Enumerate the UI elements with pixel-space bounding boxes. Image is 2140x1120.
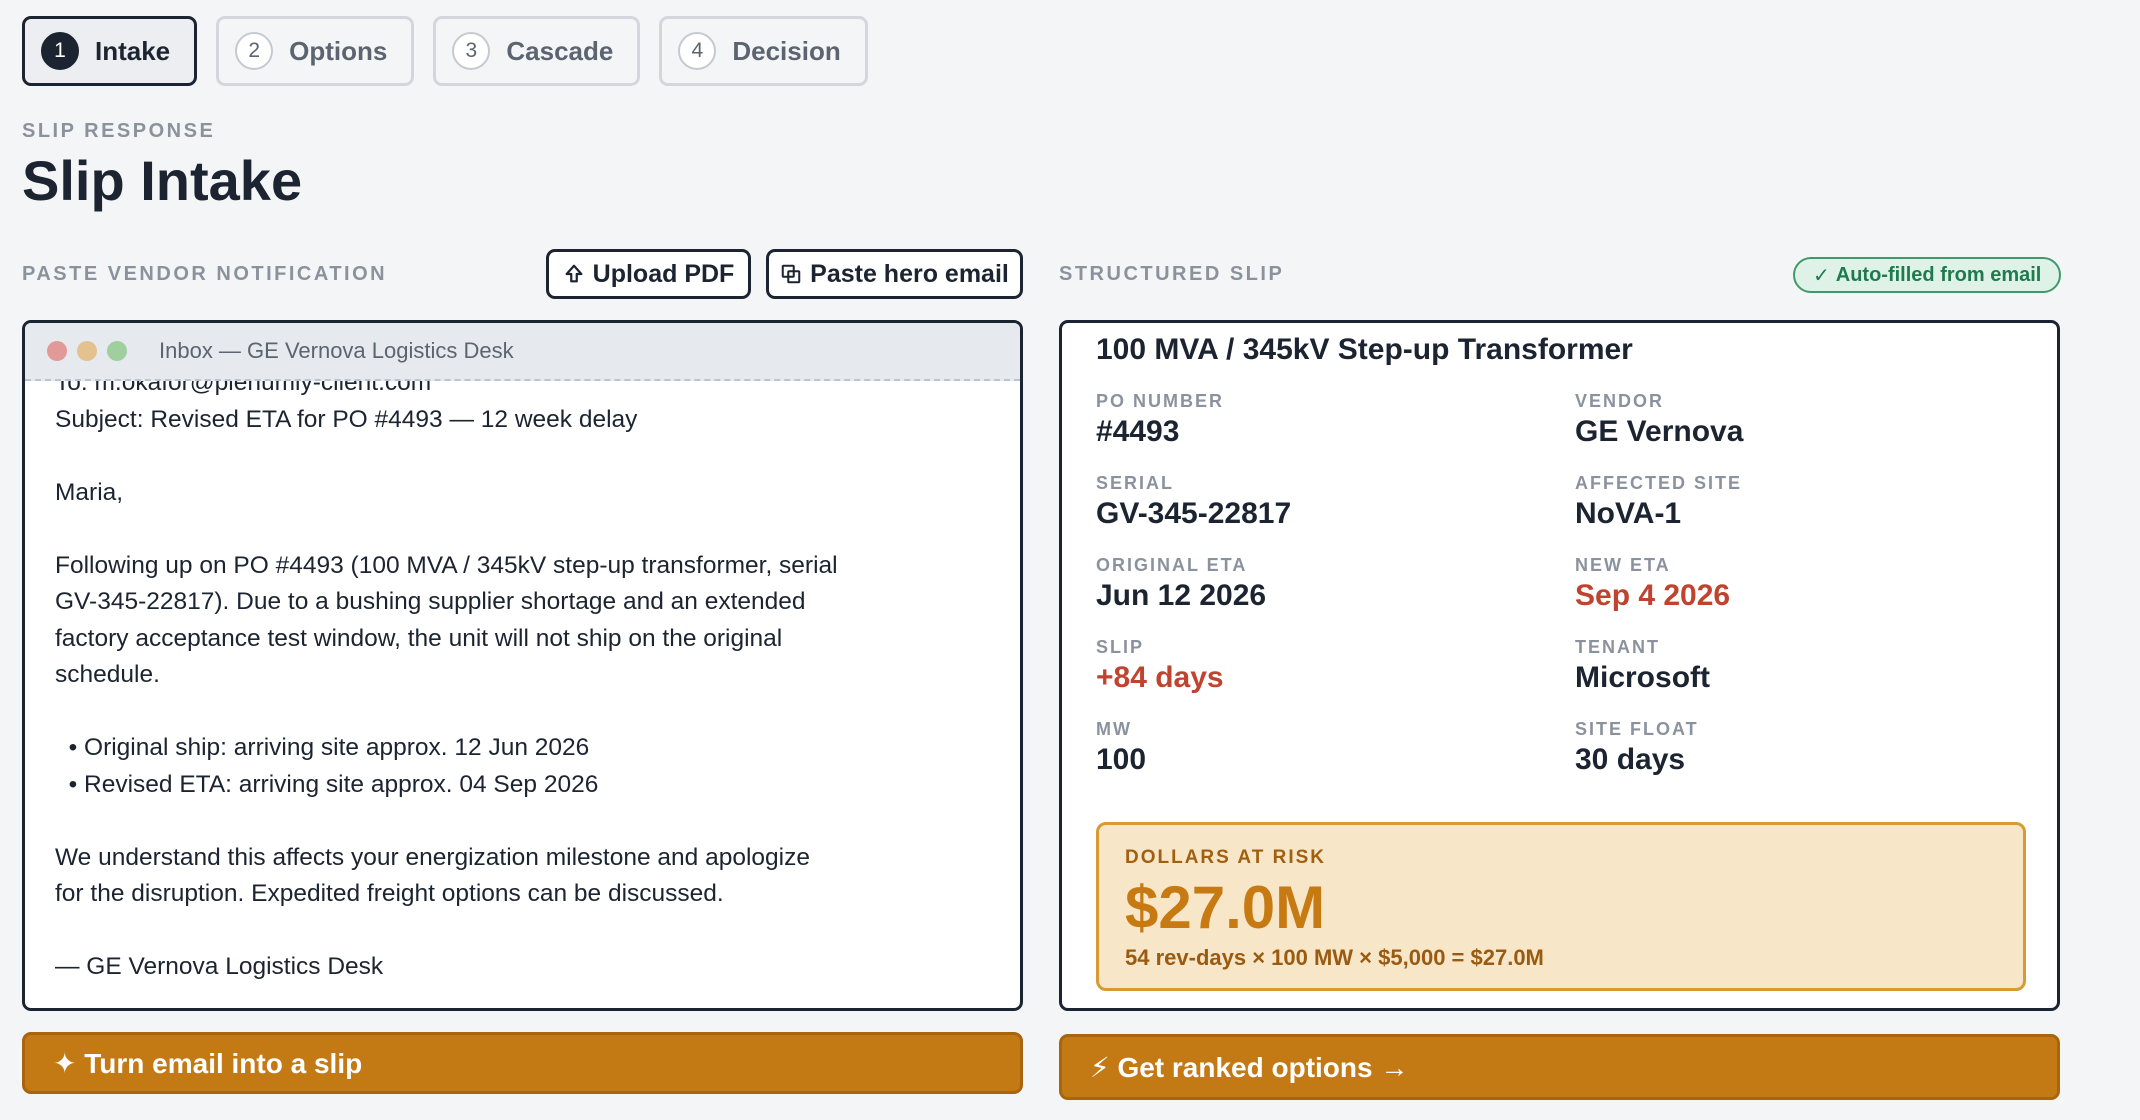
risk-formula: 54 rev-days × 100 MW × $5,000 = $27.0M	[1125, 945, 1544, 970]
upload-pdf-label: Upload PDF	[592, 259, 735, 288]
field-label: PO NUMBER	[1096, 391, 1225, 411]
equipment-title: 100 MVA / 345kV Step-up Transformer	[1096, 333, 1633, 366]
step-number: 4	[678, 32, 717, 70]
step-label: Decision	[732, 35, 841, 66]
minimize-dot-icon	[77, 341, 97, 361]
field-affected-site: AFFECTED SITE NoVA-1	[1575, 473, 2054, 531]
get-ranked-options-button[interactable]: ⚡ Get ranked options →	[1059, 1034, 2060, 1100]
risk-value: $27.0M	[1125, 874, 1326, 941]
step-number: 2	[235, 32, 274, 70]
step-label: Cascade	[506, 35, 614, 66]
field-value: Microsoft	[1575, 661, 1710, 694]
step-decision[interactable]: 4 Decision	[659, 16, 868, 86]
stepper: 1 Intake 2 Options 3 Cascade 4 Decision	[22, 16, 868, 86]
field-slip: SLIP +84 days	[1096, 637, 1575, 695]
field-tenant: TENANT Microsoft	[1575, 637, 2054, 695]
paste-section-label: PASTE VENDOR NOTIFICATION	[22, 263, 388, 285]
field-value: 100	[1096, 743, 1147, 776]
maximize-dot-icon	[107, 341, 127, 361]
field-value: Jun 12 2026	[1096, 579, 1267, 612]
step-label: Intake	[95, 35, 171, 66]
field-site-float: SITE FLOAT 30 days	[1575, 719, 2054, 777]
field-label: TENANT	[1575, 637, 1660, 657]
window-title: Inbox — GE Vernova Logistics Desk	[159, 338, 514, 363]
field-vendor: VENDOR GE Vernova	[1575, 391, 2054, 449]
field-mw: MW 100	[1096, 719, 1575, 777]
field-label: ORIGINAL ETA	[1096, 555, 1248, 575]
risk-label: DOLLARS AT RISK	[1125, 847, 1326, 868]
field-value: +84 days	[1096, 661, 1224, 694]
email-panel: Inbox — GE Vernova Logistics Desk To: m.…	[22, 320, 1023, 1011]
step-number: 3	[452, 32, 491, 70]
upload-icon	[565, 264, 583, 283]
field-new-eta: NEW ETA Sep 4 2026	[1575, 555, 2054, 613]
field-original-eta: ORIGINAL ETA Jun 12 2026	[1096, 555, 1575, 613]
step-label: Options	[289, 35, 388, 66]
field-serial: SERIAL GV-345-22817	[1096, 473, 1575, 531]
field-value: #4493	[1096, 415, 1180, 448]
field-value: NoVA-1	[1575, 497, 1682, 530]
field-label: NEW ETA	[1575, 555, 1671, 575]
copy-icon	[781, 264, 801, 284]
field-label: AFFECTED SITE	[1575, 473, 1743, 493]
dollars-at-risk-card: DOLLARS AT RISK $27.0M 54 rev-days × 100…	[1096, 822, 2026, 991]
turn-email-into-slip-button[interactable]: ✦ Turn email into a slip	[22, 1032, 1023, 1094]
check-icon: ✓	[1813, 264, 1830, 287]
structured-slip-panel: 100 MVA / 345kV Step-up Transformer PO N…	[1059, 320, 2060, 1011]
auto-filled-badge: ✓ Auto-filled from email	[1793, 257, 2062, 293]
field-label: SERIAL	[1096, 473, 1175, 493]
close-dot-icon	[47, 341, 67, 361]
step-number: 1	[41, 32, 79, 70]
badge-label: Auto-filled from email	[1835, 263, 2042, 286]
field-value: GV-345-22817	[1096, 497, 1292, 530]
structured-section-label: STRUCTURED SLIP	[1059, 263, 1285, 285]
window-titlebar: Inbox — GE Vernova Logistics Desk	[25, 323, 1020, 381]
field-label: SLIP	[1096, 637, 1145, 657]
field-value: GE Vernova	[1575, 415, 1744, 448]
step-cascade[interactable]: 3 Cascade	[433, 16, 641, 86]
page-eyebrow: SLIP RESPONSE	[22, 120, 216, 142]
field-label: MW	[1096, 719, 1132, 739]
field-label: VENDOR	[1575, 391, 1665, 411]
paste-hero-email-label: Paste hero email	[810, 259, 1009, 288]
field-value: 30 days	[1575, 743, 1686, 776]
slip-fields: PO NUMBER #4493 VENDOR GE Vernova SERIAL…	[1096, 391, 2056, 777]
field-value: Sep 4 2026	[1575, 579, 1731, 612]
upload-pdf-button[interactable]: Upload PDF	[546, 249, 751, 299]
field-po-number: PO NUMBER #4493	[1096, 391, 1575, 449]
step-options[interactable]: 2 Options	[216, 16, 415, 86]
email-body-textarea[interactable]: To: m.okafor@plenumly-client.com Subject…	[55, 365, 990, 986]
page-title: Slip Intake	[22, 149, 303, 212]
field-label: SITE FLOAT	[1575, 719, 1699, 739]
step-intake[interactable]: 1 Intake	[22, 16, 198, 86]
paste-hero-email-button[interactable]: Paste hero email	[766, 249, 1023, 299]
